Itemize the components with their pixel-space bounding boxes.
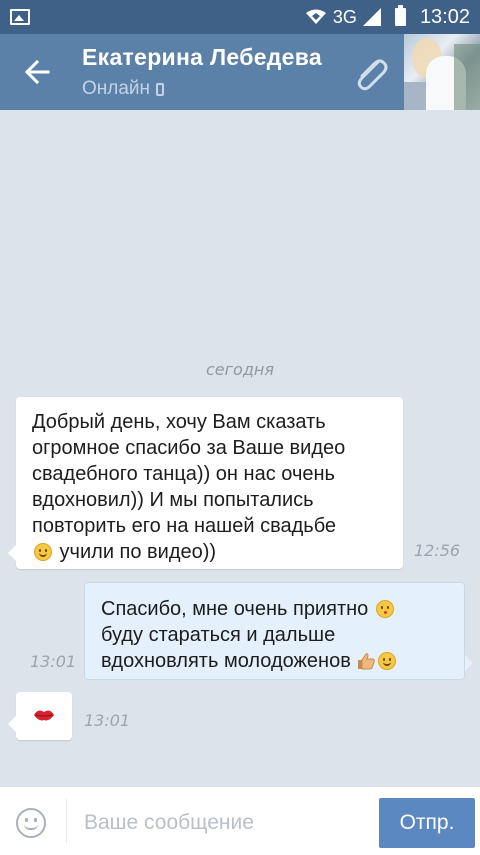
message-line: вдохновлять молодоженов <box>101 648 454 674</box>
kiss-emoji-icon <box>375 600 394 618</box>
message-composer: Отпр. <box>0 786 480 855</box>
message-text: вдохновлять молодоженов <box>101 650 351 672</box>
message-line: вдохновил)) И мы попытались <box>32 489 314 511</box>
message-bubble-incoming[interactable]: Добрый день, хочу Вам сказать огромное с… <box>8 397 403 569</box>
message-line: огромное спасибо за Ваше видео <box>32 437 346 459</box>
message-line: Спасибо, мне очень приятно <box>101 596 454 622</box>
message-timestamp: 13:01 <box>30 652 77 671</box>
composer-divider <box>66 799 67 843</box>
message-bubble-outgoing[interactable]: Спасибо, мне очень приятно буду старатьс… <box>84 582 473 680</box>
status-indicators: 3G 13:02 <box>305 0 470 34</box>
message-text: Спасибо, мне очень приятно <box>101 598 369 620</box>
message-line: свадебного танца)) он нас очень <box>32 463 335 485</box>
image-notification-icon <box>10 9 30 25</box>
paperclip-icon[interactable] <box>350 52 392 94</box>
date-separator: сегодня <box>206 360 274 379</box>
battery-icon <box>394 5 406 26</box>
message-line: буду стараться и дальше <box>101 624 336 646</box>
smile-emoji-icon <box>34 543 52 561</box>
back-arrow-icon[interactable] <box>18 54 58 90</box>
contact-status: Онлайн <box>82 78 165 100</box>
message-timestamp: 12:56 <box>414 541 461 560</box>
smile-emoji-icon <box>378 652 397 670</box>
message-line: Добрый день, хочу Вам сказать <box>32 411 326 433</box>
thumbs-up-emoji-icon <box>356 651 376 670</box>
status-bar: 3G 13:02 <box>0 0 480 34</box>
emoji-picker-icon[interactable] <box>16 808 46 838</box>
wifi-icon <box>305 9 326 24</box>
message-line: повторить его на нашей свадьбе <box>32 515 337 537</box>
contact-name[interactable]: Екатерина Лебедева <box>82 44 322 71</box>
message-input[interactable] <box>84 809 364 837</box>
mobile-phone-icon <box>156 82 165 96</box>
kiss-lips-icon <box>34 710 54 721</box>
chat-header: Екатерина Лебедева Онлайн <box>0 34 480 110</box>
send-button[interactable]: Отпр. <box>379 798 475 848</box>
contact-status-text: Онлайн <box>82 78 151 99</box>
clock: 13:02 <box>419 5 470 28</box>
message-timestamp: 13:01 <box>84 711 131 730</box>
message-text: учили по видео)) <box>54 541 217 563</box>
message-line: учили по видео)) <box>32 539 389 565</box>
contact-avatar[interactable] <box>404 34 480 110</box>
signal-icon <box>362 8 381 26</box>
network-type: 3G <box>332 6 357 27</box>
message-bubble-incoming[interactable] <box>8 692 72 740</box>
